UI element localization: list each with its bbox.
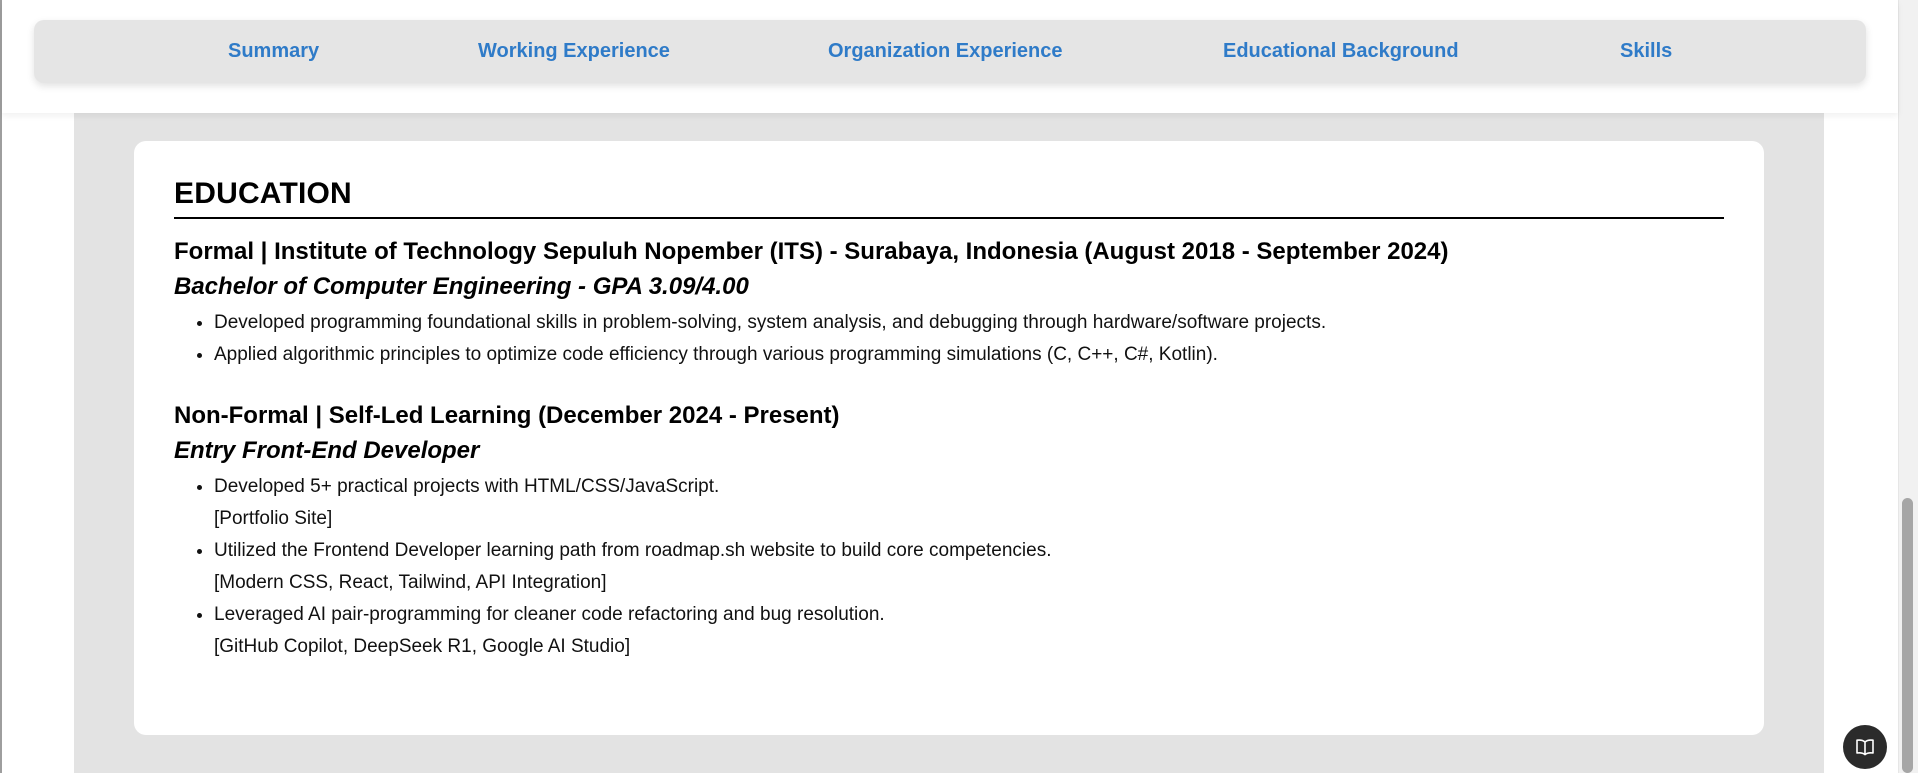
floating-reader-button[interactable]: [1843, 725, 1887, 769]
list-item: Developed 5+ practical projects with HTM…: [214, 471, 1724, 535]
bullet-tools: [Modern CSS, React, Tailwind, API Integr…: [214, 572, 607, 593]
nav-link-summary[interactable]: Summary: [228, 20, 319, 83]
browser-viewport: Summary Working Experience Organization …: [0, 0, 1918, 773]
education-entry-heading: Formal | Institute of Technology Sepuluh…: [174, 238, 1449, 265]
section-navbar: Summary Working Experience Organization …: [34, 20, 1866, 83]
nav-link-skills[interactable]: Skills: [1620, 20, 1672, 83]
nav-link-educational-background[interactable]: Educational Background: [1223, 20, 1459, 83]
site-header: Summary Working Experience Organization …: [2, 0, 1898, 113]
education-card: EDUCATION Formal | Institute of Technolo…: [134, 141, 1764, 735]
bullet-text: Applied algorithmic principles to optimi…: [214, 344, 1218, 365]
list-item: Utilized the Frontend Developer learning…: [214, 535, 1724, 599]
education-entry-role: Entry Front-End Developer: [174, 437, 480, 464]
bullet-tools: [Portfolio Site]: [214, 508, 333, 529]
list-item: Applied algorithmic principles to optimi…: [214, 339, 1724, 371]
education-entry-formal: Formal | Institute of Technology Sepuluh…: [174, 235, 1724, 371]
window-left-border: [0, 0, 2, 773]
education-entry-bullets: Developed programming foundational skill…: [174, 307, 1724, 371]
education-entry-degree: Bachelor of Computer Engineering - GPA 3…: [174, 273, 749, 300]
education-entry-bullets: Developed 5+ practical projects with HTM…: [174, 471, 1724, 663]
book-open-icon: [1855, 738, 1875, 756]
section-divider: [174, 217, 1724, 219]
list-item: Developed programming foundational skill…: [214, 307, 1724, 339]
bullet-tools: [GitHub Copilot, DeepSeek R1, Google AI …: [214, 636, 631, 657]
nav-link-organization-experience[interactable]: Organization Experience: [828, 20, 1063, 83]
scrollbar-thumb[interactable]: [1902, 498, 1913, 773]
education-entry-non-formal: Non-Formal | Self-Led Learning (December…: [174, 399, 1724, 663]
bullet-text: Developed 5+ practical projects with HTM…: [214, 476, 720, 497]
education-entry-heading: Non-Formal | Self-Led Learning (December…: [174, 402, 840, 429]
list-item: Leveraged AI pair-programming for cleane…: [214, 599, 1724, 663]
bullet-text: Developed programming foundational skill…: [214, 312, 1327, 333]
nav-link-working-experience[interactable]: Working Experience: [478, 20, 670, 83]
section-title: EDUCATION: [174, 177, 352, 210]
bullet-text: Leveraged AI pair-programming for cleane…: [214, 604, 885, 625]
bullet-text: Utilized the Frontend Developer learning…: [214, 540, 1052, 561]
